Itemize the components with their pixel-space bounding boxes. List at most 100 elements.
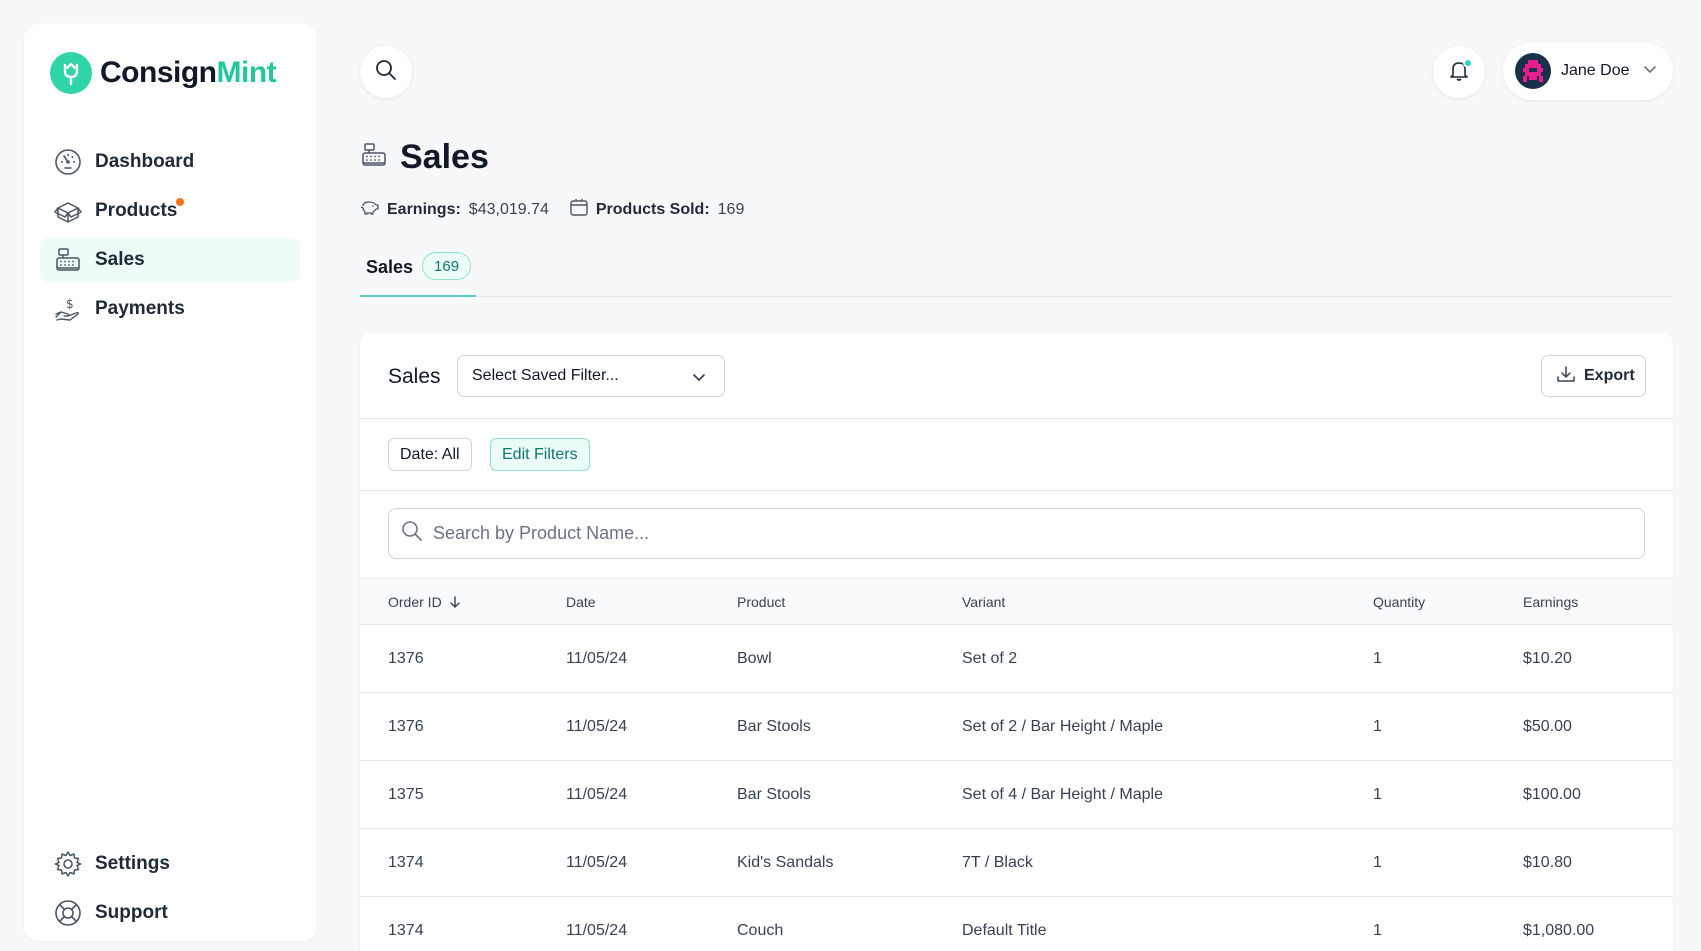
- cell-date: 11/05/24: [566, 649, 628, 667]
- count-badge: 169: [422, 252, 472, 280]
- cell-quantity: 1: [1373, 649, 1382, 667]
- column-header-earnings[interactable]: Earnings: [1523, 579, 1578, 624]
- user-menu[interactable]: Jane Doe: [1503, 42, 1673, 100]
- earnings-value: $43,019.74: [468, 200, 549, 218]
- sidebar: ConsignMint Dashboard Products Sales $ P…: [24, 24, 317, 941]
- earnings-label: Earnings:: [387, 200, 461, 218]
- tab-sales[interactable]: Sales 169: [360, 252, 476, 297]
- sidebar-item-label: Settings: [95, 853, 170, 874]
- column-header-variant[interactable]: Variant: [962, 579, 1005, 624]
- bag-icon: [569, 197, 589, 222]
- cell-quantity: 1: [1373, 717, 1382, 735]
- cell-quantity: 1: [1373, 785, 1382, 803]
- cell-order-id: 1375: [388, 785, 424, 803]
- sidebar-item-label: Support: [95, 902, 168, 923]
- column-header-date[interactable]: Date: [566, 579, 596, 624]
- cell-earnings: $100.00: [1523, 785, 1581, 803]
- sidebar-item-label: Payments: [95, 298, 185, 319]
- saved-filter-select[interactable]: Select Saved Filter...: [457, 355, 725, 397]
- sidebar-item-dashboard[interactable]: Dashboard: [40, 140, 300, 184]
- cell-earnings: $1,080.00: [1523, 921, 1595, 939]
- page-header: Sales: [360, 138, 489, 177]
- page-title: Sales: [400, 138, 489, 176]
- page-stats: Earnings: $43,019.74 Products Sold: 169: [360, 197, 744, 222]
- cell-variant: 7T / Black: [962, 853, 1033, 871]
- logo-icon: [50, 52, 92, 94]
- search-field[interactable]: [388, 508, 1645, 559]
- search-icon: [374, 58, 398, 87]
- cell-variant: Set of 2 / Bar Height / Maple: [962, 717, 1163, 735]
- search-input[interactable]: [433, 523, 1613, 544]
- cell-date: 11/05/24: [566, 785, 628, 803]
- cell-product: Bowl: [737, 649, 772, 667]
- products-sold-value: 169: [717, 200, 745, 218]
- column-header-order-id[interactable]: Order ID: [388, 579, 462, 624]
- table-row[interactable]: 1374 11/05/24 Kid's Sandals 7T / Black 1…: [360, 829, 1673, 897]
- filter-bar: Date: All Edit Filters: [360, 419, 1673, 491]
- notification-dot: [1463, 58, 1473, 68]
- cell-order-id: 1374: [388, 921, 424, 939]
- cell-earnings: $50.00: [1523, 717, 1572, 735]
- payment-icon: $: [53, 294, 83, 324]
- cash-register-icon: [53, 245, 83, 275]
- search-button[interactable]: [360, 46, 412, 98]
- brand-name: ConsignMint: [100, 56, 277, 89]
- column-header-product[interactable]: Product: [737, 579, 785, 624]
- sidebar-item-payments[interactable]: $ Payments: [40, 287, 300, 331]
- cell-product: Kid's Sandals: [737, 853, 834, 871]
- cash-register-icon: [360, 141, 388, 174]
- sidebar-item-support[interactable]: Support: [40, 891, 300, 935]
- cell-variant: Default Title: [962, 921, 1047, 939]
- cell-quantity: 1: [1373, 921, 1382, 939]
- tab-bar: Sales 169: [360, 252, 1673, 297]
- date-filter-chip[interactable]: Date: All: [388, 438, 472, 471]
- cell-product: Couch: [737, 921, 784, 939]
- search-icon: [401, 520, 423, 547]
- piggy-bank-icon: [360, 197, 380, 222]
- table-row[interactable]: 1376 11/05/24 Bar Stools Set of 2 / Bar …: [360, 693, 1673, 761]
- search-section: [360, 491, 1673, 580]
- cell-order-id: 1376: [388, 649, 424, 667]
- table-row[interactable]: 1376 11/05/24 Bowl Set of 2 1 $10.20: [360, 625, 1673, 693]
- sales-table: Order ID Date Product Variant Quantity E…: [360, 578, 1673, 951]
- cell-date: 11/05/24: [566, 717, 628, 735]
- user-name: Jane Doe: [1561, 62, 1630, 79]
- card-header: Sales Select Saved Filter... Export: [360, 333, 1673, 419]
- sidebar-item-products[interactable]: Products: [40, 189, 300, 233]
- sidebar-item-label: Sales: [95, 249, 145, 270]
- chevron-down-icon: [690, 368, 708, 391]
- sidebar-nav: Dashboard Products Sales $ Payments: [40, 140, 300, 336]
- cell-date: 11/05/24: [566, 853, 628, 871]
- lifebuoy-icon: [53, 898, 83, 928]
- svg-text:$: $: [66, 297, 74, 311]
- sidebar-item-settings[interactable]: Settings: [40, 842, 300, 886]
- cell-order-id: 1374: [388, 853, 424, 871]
- edit-filters-button[interactable]: Edit Filters: [490, 438, 590, 471]
- tab-label: Sales: [366, 257, 414, 277]
- download-icon: [1556, 364, 1576, 389]
- sidebar-item-label: Dashboard: [95, 151, 195, 172]
- arrow-down-icon: [448, 595, 462, 609]
- cell-product: Bar Stools: [737, 785, 811, 803]
- sidebar-item-sales[interactable]: Sales: [40, 238, 300, 282]
- chevron-down-icon: [1642, 61, 1658, 82]
- column-header-quantity[interactable]: Quantity: [1373, 579, 1425, 624]
- table-row[interactable]: 1374 11/05/24 Couch Default Title 1 $1,0…: [360, 897, 1673, 951]
- table-header: Order ID Date Product Variant Quantity E…: [360, 578, 1673, 625]
- notifications-button[interactable]: [1433, 46, 1485, 98]
- cell-order-id: 1376: [388, 717, 424, 735]
- cell-variant: Set of 4 / Bar Height / Maple: [962, 785, 1163, 803]
- avatar: [1515, 53, 1551, 89]
- saved-filter-placeholder: Select Saved Filter...: [472, 367, 619, 384]
- table-row[interactable]: 1375 11/05/24 Bar Stools Set of 4 / Bar …: [360, 761, 1673, 829]
- export-button[interactable]: Export: [1541, 355, 1646, 397]
- brand-logo[interactable]: ConsignMint: [50, 52, 277, 94]
- sidebar-item-label: Products: [95, 200, 178, 221]
- cell-product: Bar Stools: [737, 717, 811, 735]
- export-label: Export: [1584, 367, 1635, 384]
- products-sold-label: Products Sold:: [595, 200, 710, 218]
- cell-variant: Set of 2: [962, 649, 1018, 667]
- gear-icon: [53, 849, 83, 879]
- cell-date: 11/05/24: [566, 921, 628, 939]
- cell-earnings: $10.80: [1523, 853, 1572, 871]
